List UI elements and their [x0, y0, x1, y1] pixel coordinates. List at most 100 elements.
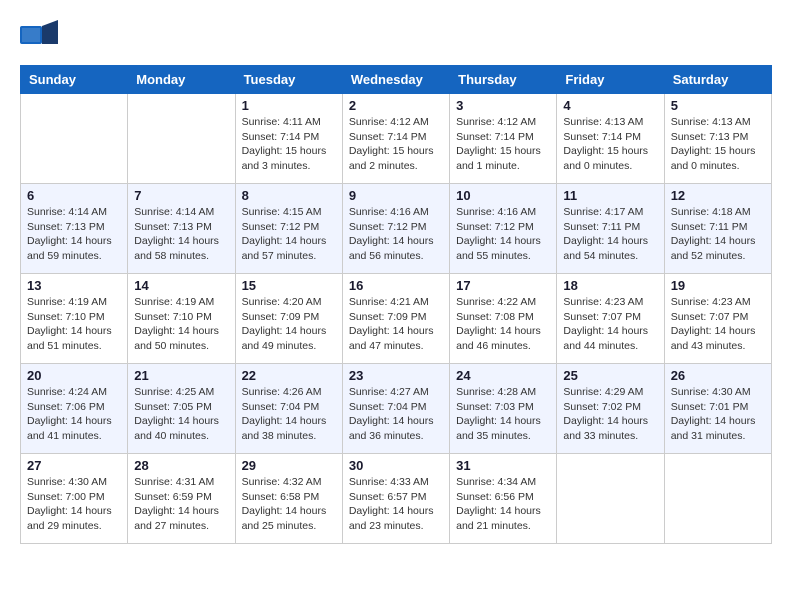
day-info: Sunrise: 4:34 AMSunset: 6:56 PMDaylight:… [456, 475, 550, 534]
calendar-cell: 28 Sunrise: 4:31 AMSunset: 6:59 PMDayligh… [128, 454, 235, 544]
day-info: Sunrise: 4:25 AMSunset: 7:05 PMDaylight:… [134, 385, 228, 444]
calendar-cell [128, 94, 235, 184]
day-number: 16 [349, 278, 443, 293]
day-info: Sunrise: 4:14 AMSunset: 7:13 PMDaylight:… [134, 205, 228, 264]
weekday-monday: Monday [128, 66, 235, 94]
calendar-cell: 2 Sunrise: 4:12 AMSunset: 7:14 PMDaylight… [342, 94, 449, 184]
calendar-table: Sunday Monday Tuesday Wednesday Thursday… [20, 65, 772, 544]
day-info: Sunrise: 4:16 AMSunset: 7:12 PMDaylight:… [456, 205, 550, 264]
calendar-cell: 11Sunrise: 4:17 AMSunset: 7:11 PMDayligh… [557, 184, 664, 274]
day-number: 21 [134, 368, 228, 383]
day-info: Sunrise: 4:11 AMSunset: 7:14 PMDaylight:… [242, 115, 336, 174]
calendar-cell: 16Sunrise: 4:21 AMSunset: 7:09 PMDayligh… [342, 274, 449, 364]
weekday-wednesday: Wednesday [342, 66, 449, 94]
day-number: 15 [242, 278, 336, 293]
day-info: Sunrise: 4:30 AMSunset: 7:01 PMDaylight:… [671, 385, 765, 444]
day-info: Sunrise: 4:13 AMSunset: 7:13 PMDaylight:… [671, 115, 765, 174]
day-info: Sunrise: 4:22 AMSunset: 7:08 PMDaylight:… [456, 295, 550, 354]
day-number: 22 [242, 368, 336, 383]
day-number: 3 [456, 98, 550, 113]
day-info: Sunrise: 4:19 AMSunset: 7:10 PMDaylight:… [27, 295, 121, 354]
day-number: 1 [242, 98, 336, 113]
day-info: Sunrise: 4:12 AMSunset: 7:14 PMDaylight:… [349, 115, 443, 174]
calendar-cell: 1 Sunrise: 4:11 AMSunset: 7:14 PMDaylight… [235, 94, 342, 184]
day-number: 14 [134, 278, 228, 293]
day-number: 19 [671, 278, 765, 293]
calendar-cell [664, 454, 771, 544]
calendar-cell: 18 Sunrise: 4:23 AMSunset: 7:07 PMDayligh… [557, 274, 664, 364]
day-number: 10 [456, 188, 550, 203]
calendar-cell: 22 Sunrise: 4:26 AMSunset: 7:04 PMDayligh… [235, 364, 342, 454]
day-info: Sunrise: 4:19 AMSunset: 7:10 PMDaylight:… [134, 295, 228, 354]
day-info: Sunrise: 4:23 AMSunset: 7:07 PMDaylight:… [671, 295, 765, 354]
calendar-cell [557, 454, 664, 544]
calendar-cell: 6 Sunrise: 4:14 AMSunset: 7:13 PMDaylight… [21, 184, 128, 274]
day-info: Sunrise: 4:23 AMSunset: 7:07 PMDaylight:… [563, 295, 657, 354]
calendar-cell: 8 Sunrise: 4:15 AMSunset: 7:12 PMDaylight… [235, 184, 342, 274]
day-info: Sunrise: 4:30 AMSunset: 7:00 PMDaylight:… [27, 475, 121, 534]
calendar-cell: 20Sunrise: 4:24 AMSunset: 7:06 PMDayligh… [21, 364, 128, 454]
day-info: Sunrise: 4:20 AMSunset: 7:09 PMDaylight:… [242, 295, 336, 354]
calendar-cell: 10 Sunrise: 4:16 AMSunset: 7:12 PMDayligh… [450, 184, 557, 274]
day-info: Sunrise: 4:15 AMSunset: 7:12 PMDaylight:… [242, 205, 336, 264]
day-number: 4 [563, 98, 657, 113]
calendar-cell: 3 Sunrise: 4:12 AMSunset: 7:14 PMDaylight… [450, 94, 557, 184]
day-info: Sunrise: 4:17 AMSunset: 7:11 PMDaylight:… [563, 205, 657, 264]
day-info: Sunrise: 4:12 AMSunset: 7:14 PMDaylight:… [456, 115, 550, 174]
day-info: Sunrise: 4:32 AMSunset: 6:58 PMDaylight:… [242, 475, 336, 534]
calendar-cell: 9 Sunrise: 4:16 AMSunset: 7:12 PMDaylight… [342, 184, 449, 274]
calendar-cell: 21 Sunrise: 4:25 AMSunset: 7:05 PMDayligh… [128, 364, 235, 454]
day-info: Sunrise: 4:18 AMSunset: 7:11 PMDaylight:… [671, 205, 765, 264]
calendar-cell: 31 Sunrise: 4:34 AMSunset: 6:56 PMDayligh… [450, 454, 557, 544]
calendar-cell: 4 Sunrise: 4:13 AMSunset: 7:14 PMDaylight… [557, 94, 664, 184]
calendar-week-3: 13Sunrise: 4:19 AMSunset: 7:10 PMDayligh… [21, 274, 772, 364]
calendar-week-1: 1 Sunrise: 4:11 AMSunset: 7:14 PMDaylight… [21, 94, 772, 184]
calendar-cell: 13Sunrise: 4:19 AMSunset: 7:10 PMDayligh… [21, 274, 128, 364]
calendar-cell: 19 Sunrise: 4:23 AMSunset: 7:07 PMDayligh… [664, 274, 771, 364]
calendar-cell: 14 Sunrise: 4:19 AMSunset: 7:10 PMDayligh… [128, 274, 235, 364]
day-info: Sunrise: 4:29 AMSunset: 7:02 PMDaylight:… [563, 385, 657, 444]
day-number: 28 [134, 458, 228, 473]
day-number: 8 [242, 188, 336, 203]
day-info: Sunrise: 4:28 AMSunset: 7:03 PMDaylight:… [456, 385, 550, 444]
day-number: 24 [456, 368, 550, 383]
calendar-cell [21, 94, 128, 184]
day-info: Sunrise: 4:14 AMSunset: 7:13 PMDaylight:… [27, 205, 121, 264]
calendar-cell: 12 Sunrise: 4:18 AMSunset: 7:11 PMDayligh… [664, 184, 771, 274]
day-info: Sunrise: 4:26 AMSunset: 7:04 PMDaylight:… [242, 385, 336, 444]
day-number: 5 [671, 98, 765, 113]
day-number: 12 [671, 188, 765, 203]
day-info: Sunrise: 4:16 AMSunset: 7:12 PMDaylight:… [349, 205, 443, 264]
weekday-friday: Friday [557, 66, 664, 94]
day-number: 7 [134, 188, 228, 203]
calendar-cell: 29Sunrise: 4:32 AMSunset: 6:58 PMDayligh… [235, 454, 342, 544]
day-info: Sunrise: 4:33 AMSunset: 6:57 PMDaylight:… [349, 475, 443, 534]
calendar-cell: 26 Sunrise: 4:30 AMSunset: 7:01 PMDayligh… [664, 364, 771, 454]
day-info: Sunrise: 4:27 AMSunset: 7:04 PMDaylight:… [349, 385, 443, 444]
calendar-cell: 17Sunrise: 4:22 AMSunset: 7:08 PMDayligh… [450, 274, 557, 364]
calendar-cell: 15 Sunrise: 4:20 AMSunset: 7:09 PMDayligh… [235, 274, 342, 364]
day-number: 31 [456, 458, 550, 473]
day-number: 18 [563, 278, 657, 293]
day-number: 25 [563, 368, 657, 383]
day-info: Sunrise: 4:31 AMSunset: 6:59 PMDaylight:… [134, 475, 228, 534]
day-number: 23 [349, 368, 443, 383]
calendar-header-row: Sunday Monday Tuesday Wednesday Thursday… [21, 66, 772, 94]
calendar-cell: 7 Sunrise: 4:14 AMSunset: 7:13 PMDaylight… [128, 184, 235, 274]
day-number: 6 [27, 188, 121, 203]
calendar-week-2: 6 Sunrise: 4:14 AMSunset: 7:13 PMDaylight… [21, 184, 772, 274]
calendar-cell: 23 Sunrise: 4:27 AMSunset: 7:04 PMDayligh… [342, 364, 449, 454]
day-number: 9 [349, 188, 443, 203]
logo [20, 20, 62, 55]
calendar-cell: 24 Sunrise: 4:28 AMSunset: 7:03 PMDayligh… [450, 364, 557, 454]
calendar-week-4: 20Sunrise: 4:24 AMSunset: 7:06 PMDayligh… [21, 364, 772, 454]
day-number: 2 [349, 98, 443, 113]
day-info: Sunrise: 4:24 AMSunset: 7:06 PMDaylight:… [27, 385, 121, 444]
calendar-cell: 5 Sunrise: 4:13 AMSunset: 7:13 PMDaylight… [664, 94, 771, 184]
calendar-cell: 30Sunrise: 4:33 AMSunset: 6:57 PMDayligh… [342, 454, 449, 544]
weekday-sunday: Sunday [21, 66, 128, 94]
page-header [20, 20, 772, 55]
day-number: 26 [671, 368, 765, 383]
weekday-thursday: Thursday [450, 66, 557, 94]
day-info: Sunrise: 4:13 AMSunset: 7:14 PMDaylight:… [563, 115, 657, 174]
